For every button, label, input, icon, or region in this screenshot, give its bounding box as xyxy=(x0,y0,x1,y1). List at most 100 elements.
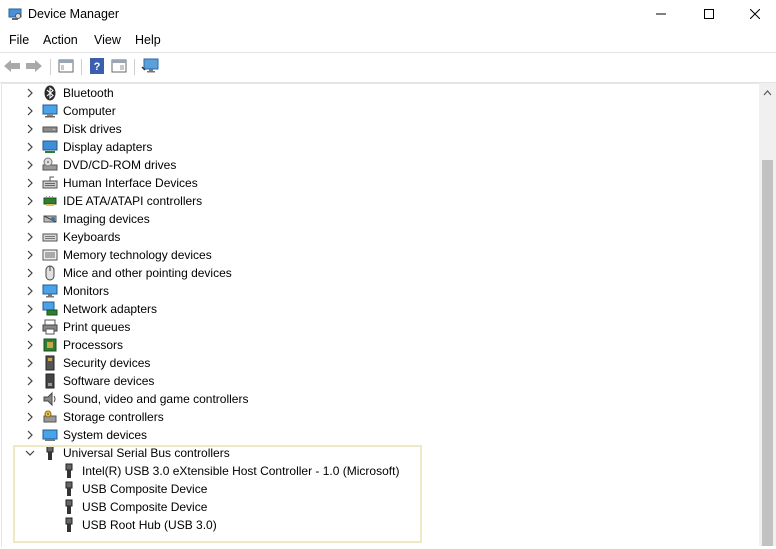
computer-icon xyxy=(42,103,58,119)
monitor-scan-icon xyxy=(141,58,159,77)
ide-controller-icon xyxy=(42,193,58,209)
chevron-right-icon[interactable] xyxy=(24,303,36,315)
scrollbar-thumb[interactable] xyxy=(762,160,773,546)
chevron-right-icon[interactable] xyxy=(24,195,36,207)
close-icon xyxy=(749,8,761,22)
chevron-right-icon[interactable] xyxy=(24,393,36,405)
disk-drive-icon xyxy=(42,121,58,137)
software-device-icon xyxy=(42,373,58,389)
tree-node-ide-ata-atapi-controllers[interactable]: IDE ATA/ATAPI controllers xyxy=(2,192,742,210)
maximize-icon xyxy=(704,8,714,22)
help-icon: ? xyxy=(90,57,104,77)
tree-node-label: Security devices xyxy=(63,356,151,370)
mouse-icon xyxy=(42,265,58,281)
maximize-button[interactable] xyxy=(686,0,732,30)
minimize-button[interactable] xyxy=(638,0,684,30)
tree-node-print-queues[interactable]: Print queues xyxy=(2,318,742,336)
tree-node-dvd-cd-rom-drives[interactable]: DVD/CD-ROM drives xyxy=(2,156,742,174)
tree-node-label: Sound, video and game controllers xyxy=(63,392,249,406)
toolbar-separator xyxy=(134,59,135,75)
chevron-right-icon[interactable] xyxy=(24,177,36,189)
sound-icon xyxy=(42,391,58,407)
device-tree[interactable]: Bluetooth Computer Disk drives Display adap… xyxy=(1,83,760,547)
tree-node-human-interface-devices[interactable]: Human Interface Devices xyxy=(2,174,742,192)
monitor-icon xyxy=(42,283,58,299)
tree-node-keyboards[interactable]: Keyboards xyxy=(2,228,742,246)
tree-node-label: Software devices xyxy=(63,374,155,388)
tree-node-label: Bluetooth xyxy=(63,86,114,100)
menu-help[interactable]: Help xyxy=(135,33,161,47)
tree-node-memory-technology-devices[interactable]: Memory technology devices xyxy=(2,246,742,264)
imaging-device-icon xyxy=(42,211,58,227)
toolbar-separator xyxy=(81,59,82,75)
tree-node-display-adapters[interactable]: Display adapters xyxy=(2,138,742,156)
scroll-up-icon[interactable] xyxy=(763,87,772,96)
window-title: Device Manager xyxy=(28,7,120,21)
tree-node-system-devices[interactable]: System devices xyxy=(2,426,742,444)
tree-node-bluetooth[interactable]: Bluetooth xyxy=(2,84,742,102)
chevron-right-icon[interactable] xyxy=(24,87,36,99)
chevron-right-icon[interactable] xyxy=(24,375,36,387)
chevron-right-icon[interactable] xyxy=(24,123,36,135)
chevron-right-icon[interactable] xyxy=(24,321,36,333)
help-button[interactable]: ? xyxy=(87,57,107,77)
tree-node-label: Display adapters xyxy=(63,140,153,154)
printer-icon xyxy=(42,319,58,335)
vertical-scrollbar[interactable] xyxy=(759,83,776,546)
tree-node-disk-drives[interactable]: Disk drives xyxy=(2,120,742,138)
tree-node-computer[interactable]: Computer xyxy=(2,102,742,120)
memory-device-icon xyxy=(42,247,58,263)
hid-icon xyxy=(42,175,58,191)
menu-action[interactable]: Action xyxy=(43,33,78,47)
menu-view[interactable]: View xyxy=(94,33,121,47)
back-arrow-icon xyxy=(3,59,21,76)
chevron-right-icon[interactable] xyxy=(24,159,36,171)
dvd-drive-icon xyxy=(42,157,58,173)
chevron-right-icon[interactable] xyxy=(24,141,36,153)
tree-node-label: Memory technology devices xyxy=(63,248,212,262)
bluetooth-icon xyxy=(42,85,58,101)
close-button[interactable] xyxy=(732,0,776,30)
tree-node-sound-video-and-game-controllers[interactable]: Sound, video and game controllers xyxy=(2,390,742,408)
chevron-right-icon[interactable] xyxy=(24,231,36,243)
chevron-right-icon[interactable] xyxy=(24,411,36,423)
chevron-right-icon[interactable] xyxy=(24,267,36,279)
keyboard-icon xyxy=(42,229,58,245)
menu-file[interactable]: File xyxy=(9,33,29,47)
menu-bar: File Action View Help xyxy=(0,30,776,52)
chevron-right-icon[interactable] xyxy=(24,249,36,261)
tree-node-label: Mice and other pointing devices xyxy=(63,266,232,280)
scan-hardware-button[interactable] xyxy=(140,57,160,77)
usb-highlight-box xyxy=(13,445,422,543)
tree-node-storage-controllers[interactable]: Storage controllers xyxy=(2,408,742,426)
tree-node-monitors[interactable]: Monitors xyxy=(2,282,742,300)
tree-node-processors[interactable]: Processors xyxy=(2,336,742,354)
security-device-icon xyxy=(42,355,58,371)
minimize-icon xyxy=(656,8,666,22)
system-device-icon xyxy=(42,427,58,443)
back-button[interactable] xyxy=(2,57,22,77)
properties-window-icon xyxy=(58,59,74,76)
display-adapter-icon xyxy=(42,139,58,155)
properties-button[interactable] xyxy=(56,57,76,77)
tree-node-network-adapters[interactable]: Network adapters xyxy=(2,300,742,318)
chevron-right-icon[interactable] xyxy=(24,213,36,225)
title-bar: Device Manager xyxy=(0,0,776,30)
tree-node-label: Storage controllers xyxy=(63,410,164,424)
show-hidden-icon xyxy=(111,59,127,76)
toolbar-separator xyxy=(50,59,51,75)
show-hidden-button[interactable] xyxy=(109,57,129,77)
tree-node-label: Disk drives xyxy=(63,122,122,136)
tree-node-label: Print queues xyxy=(63,320,131,334)
chevron-right-icon[interactable] xyxy=(24,357,36,369)
tree-node-label: Keyboards xyxy=(63,230,121,244)
tree-node-mice-and-other-pointing-devices[interactable]: Mice and other pointing devices xyxy=(2,264,742,282)
tree-node-imaging-devices[interactable]: Imaging devices xyxy=(2,210,742,228)
forward-button[interactable] xyxy=(24,57,44,77)
chevron-right-icon[interactable] xyxy=(24,339,36,351)
chevron-right-icon[interactable] xyxy=(24,105,36,117)
chevron-right-icon[interactable] xyxy=(24,285,36,297)
tree-node-software-devices[interactable]: Software devices xyxy=(2,372,742,390)
tree-node-security-devices[interactable]: Security devices xyxy=(2,354,742,372)
chevron-right-icon[interactable] xyxy=(24,429,36,441)
